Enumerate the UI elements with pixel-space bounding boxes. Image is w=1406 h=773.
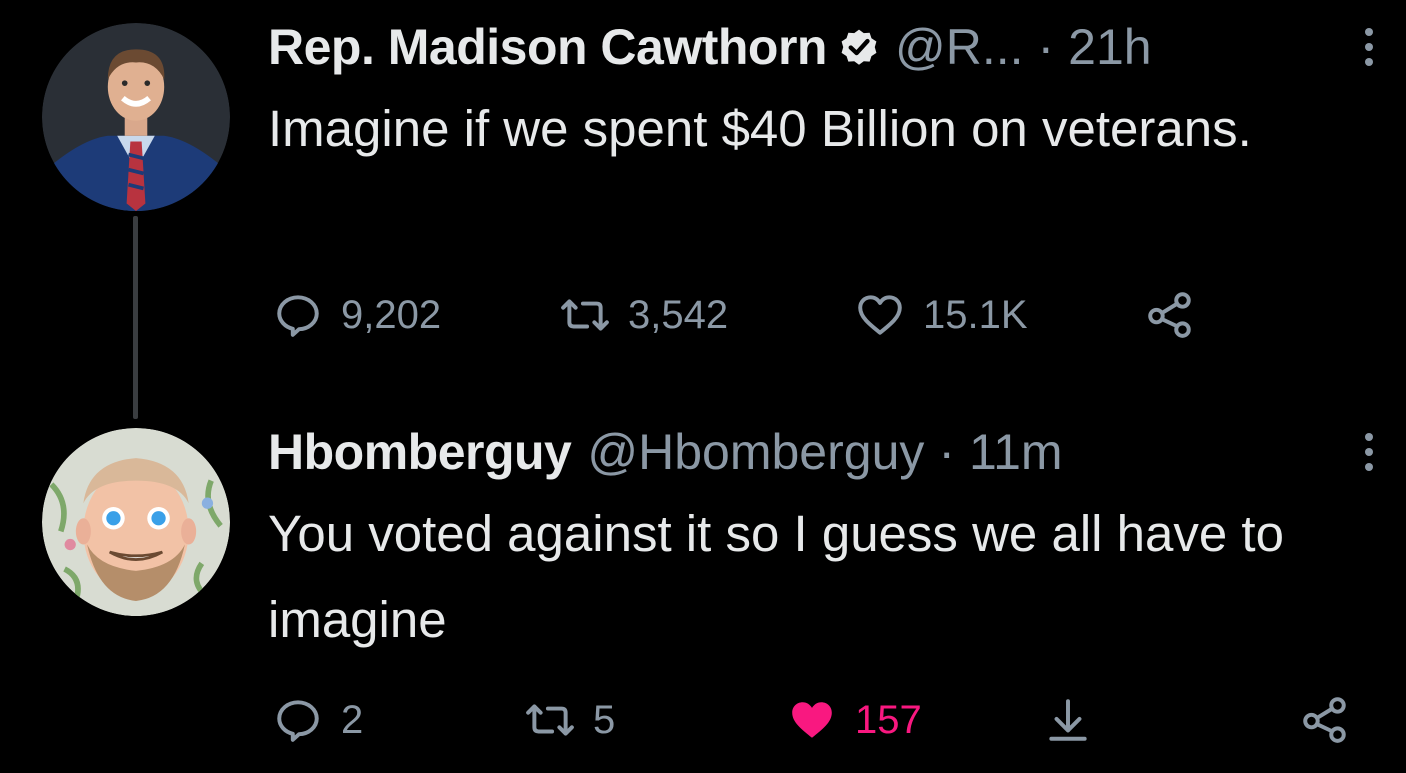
heart-icon <box>858 295 902 335</box>
author-handle[interactable]: @R... <box>895 18 1024 76</box>
twitter-thread: Rep. Madison Cawthorn @R... · 21h Imagin… <box>0 0 1406 773</box>
share-icon <box>1148 292 1191 338</box>
reply-icon <box>277 700 319 742</box>
share-icon <box>1303 697 1346 743</box>
reply-button[interactable]: 9,202 <box>273 290 441 340</box>
reply-button[interactable]: 2 <box>273 695 363 745</box>
tweet-header: Rep. Madison Cawthorn @R... · 21h <box>268 17 1152 77</box>
like-count: 15.1K <box>923 292 1028 337</box>
avatar-photo-icon <box>42 23 230 211</box>
heart-filled-icon <box>792 702 832 738</box>
reply-count: 2 <box>341 697 364 742</box>
tweet-text: Imagine if we spent $40 Billion on veter… <box>268 100 1252 157</box>
separator-dot: · <box>1037 19 1055 75</box>
like-button[interactable]: 157 <box>787 695 922 745</box>
avatar-madison-cawthorn[interactable] <box>42 23 230 211</box>
tweet-text: You voted against it so I guess we all h… <box>268 505 1284 648</box>
retweet-icon <box>561 299 609 331</box>
retweet-button[interactable]: 5 <box>525 695 615 745</box>
reply-count: 9,202 <box>341 292 442 337</box>
author-name[interactable]: Rep. Madison Cawthorn <box>268 18 827 76</box>
retweet-icon <box>526 704 574 736</box>
separator-dot: · <box>938 424 956 480</box>
retweet-count: 5 <box>593 697 616 742</box>
tweet-timestamp[interactable]: 11m <box>969 423 1063 481</box>
avatar-cartoon-icon <box>42 428 230 616</box>
avatar-hbomberguy[interactable] <box>42 428 230 616</box>
verified-badge-icon <box>841 29 877 65</box>
thread-connector <box>133 216 138 419</box>
arrow-down-icon <box>1049 699 1087 741</box>
more-options-icon[interactable] <box>1354 427 1384 477</box>
download-button[interactable] <box>1043 695 1093 745</box>
share-button[interactable] <box>1145 290 1195 340</box>
reply-icon <box>277 295 319 337</box>
retweet-count: 3,542 <box>628 292 729 337</box>
tweet-timestamp[interactable]: 21h <box>1068 18 1151 76</box>
like-count: 157 <box>855 697 922 742</box>
author-handle[interactable]: @Hbomberguy <box>587 423 924 481</box>
share-button[interactable] <box>1300 695 1350 745</box>
retweet-button[interactable]: 3,542 <box>560 290 728 340</box>
tweet-header: Hbomberguy @Hbomberguy · 11m <box>268 422 1063 482</box>
author-name[interactable]: Hbomberguy <box>268 423 572 481</box>
more-options-icon[interactable] <box>1354 22 1384 72</box>
like-button[interactable]: 15.1K <box>855 290 1028 340</box>
